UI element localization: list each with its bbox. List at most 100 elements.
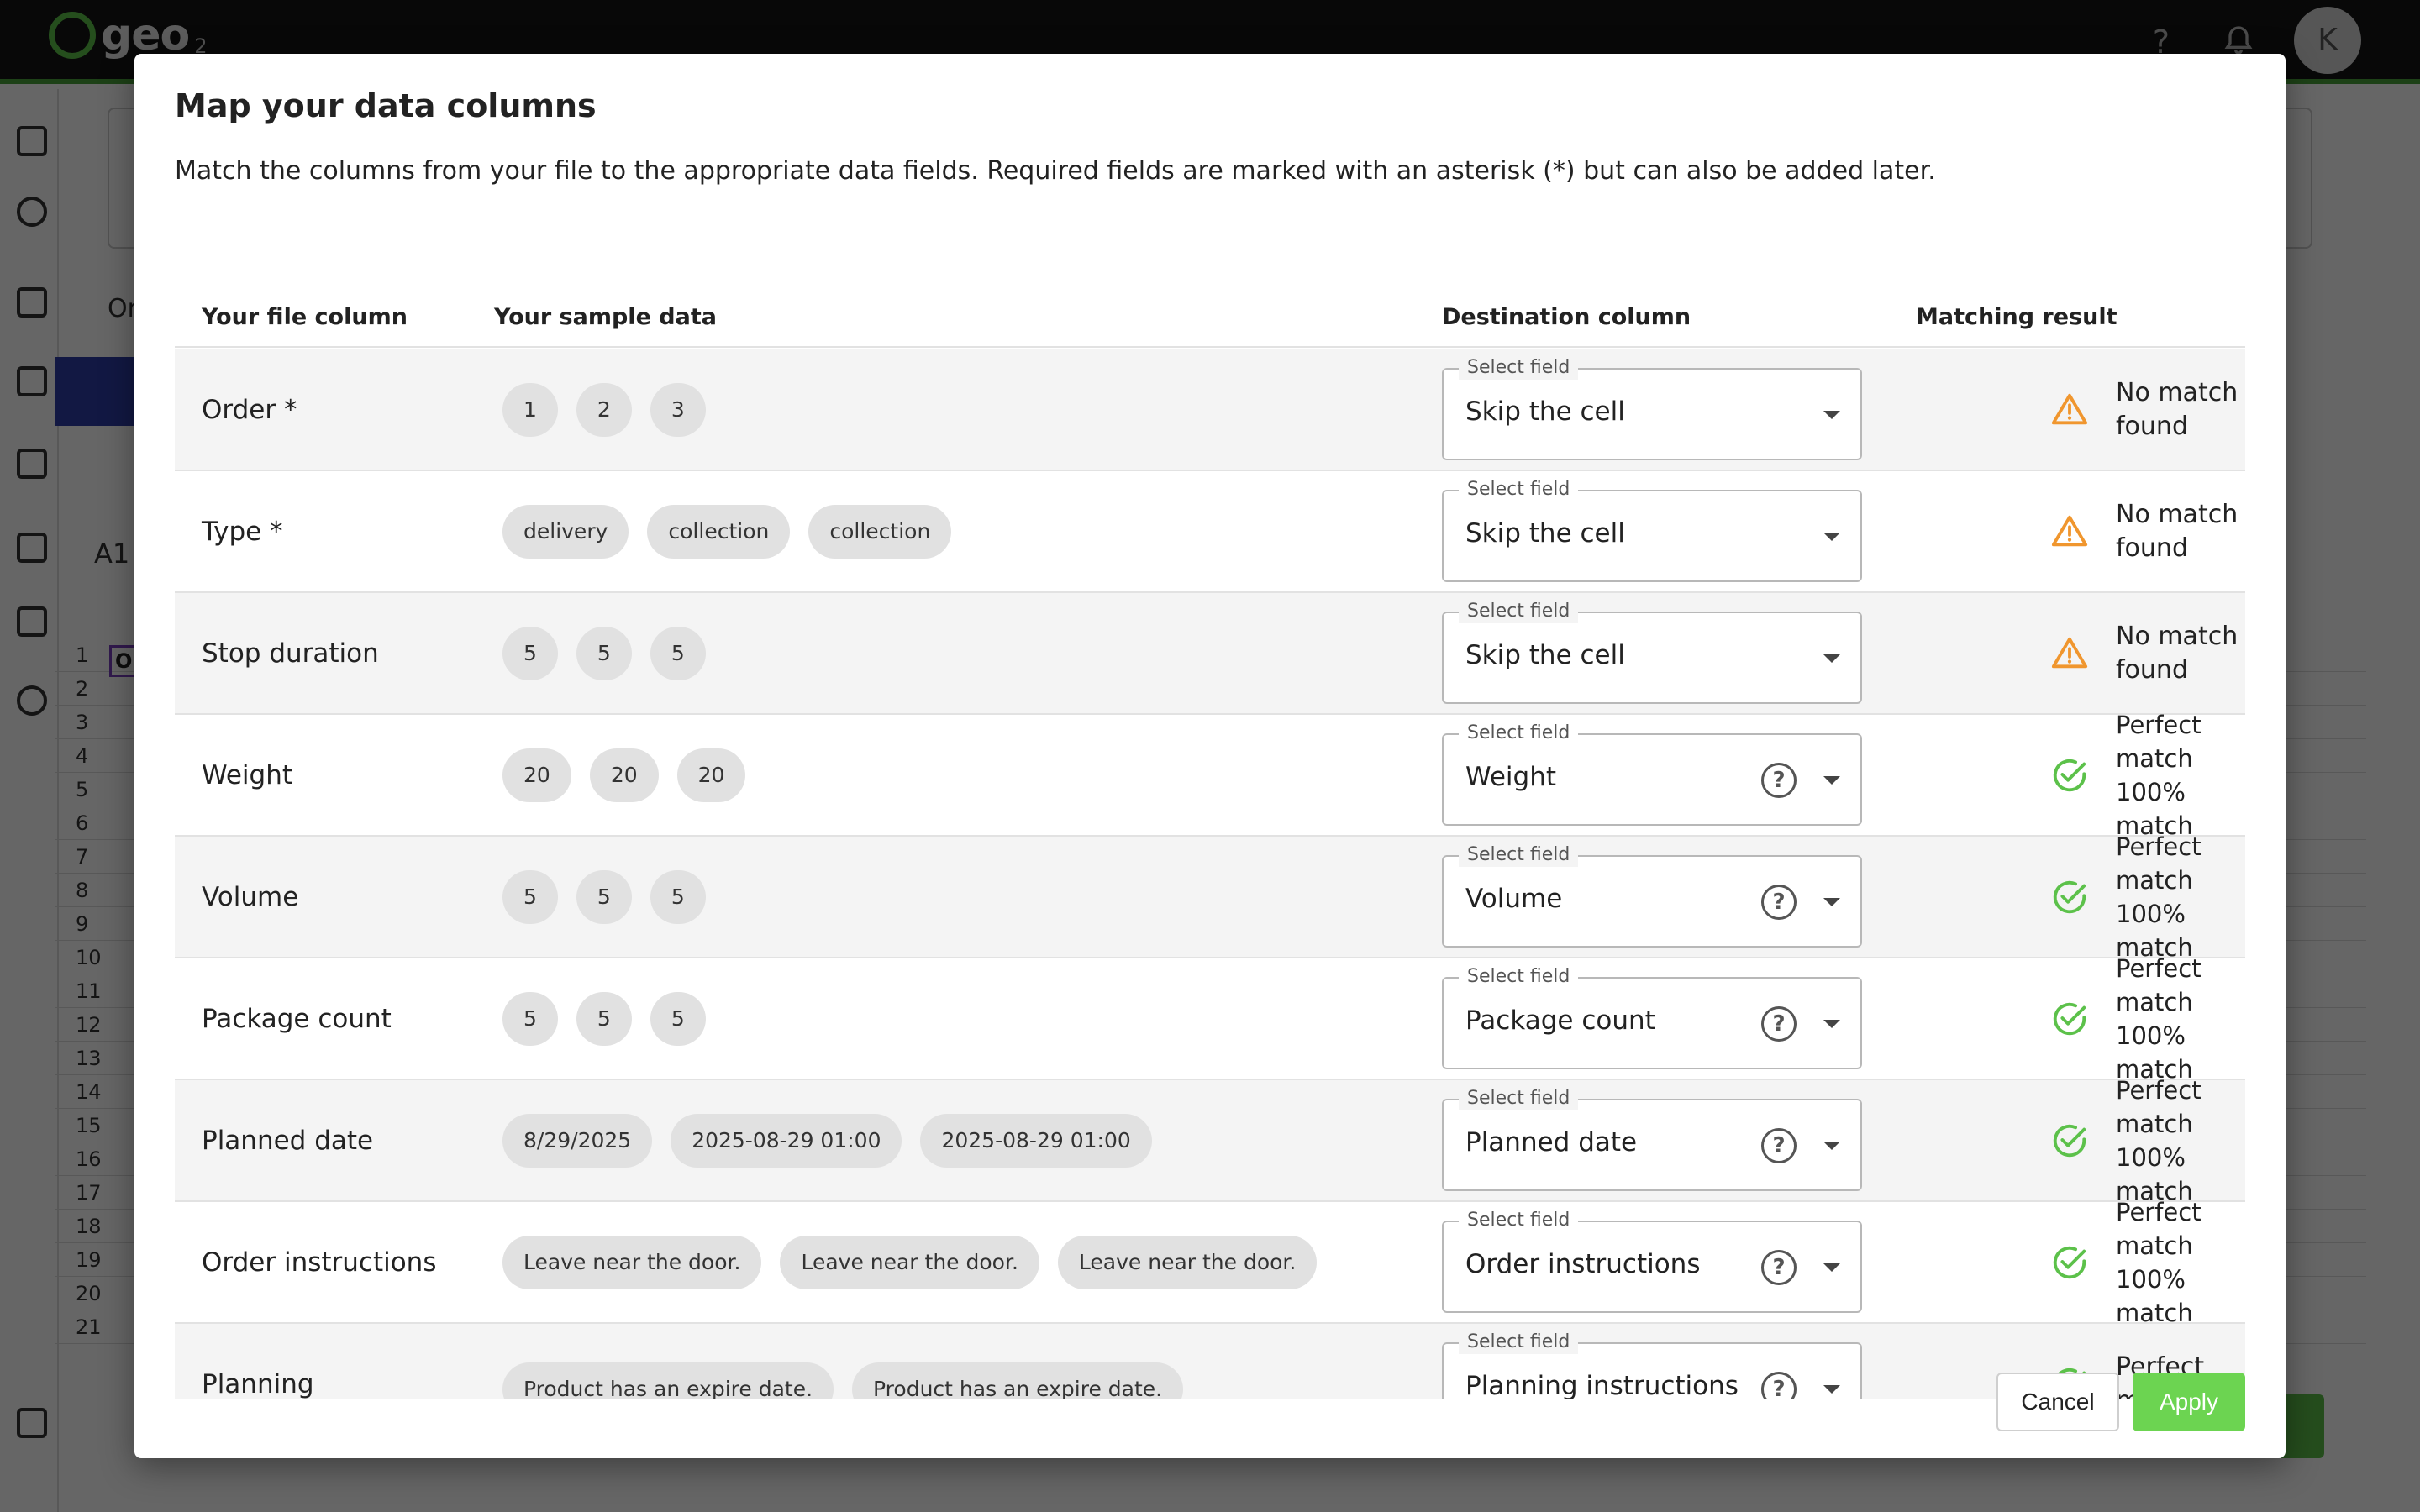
check-circle-icon	[2050, 878, 2089, 916]
sample-chip: Leave near the door.	[780, 1235, 1039, 1289]
select-field-legend: Select field	[1459, 1209, 1579, 1232]
destination-select[interactable]: Select field Skip the cell	[1442, 600, 1862, 704]
matching-result: Perfect match 100% match	[2116, 1195, 2245, 1330]
sample-data-chips: 123	[502, 382, 706, 437]
result-status: No match found	[2116, 499, 2238, 563]
header-sample-data: Your sample data	[494, 304, 717, 330]
mapping-row: Weight 20 20 20 Select field Weight? Perfect m…	[175, 711, 2245, 840]
sample-data-chips: Product has an expire date. Product has a…	[502, 1362, 1184, 1399]
file-column-label: Order *	[202, 394, 297, 425]
result-status: Perfect match	[2116, 710, 2202, 773]
sample-chip: 5	[576, 626, 632, 680]
sample-chip: 20	[676, 748, 746, 802]
sample-data-chips: 20 20 20	[502, 748, 746, 802]
sample-chip: delivery	[502, 504, 629, 559]
result-percentage: 100% match	[2116, 1264, 2193, 1327]
destination-select[interactable]: Select field Weight?	[1442, 722, 1862, 826]
check-circle-icon	[2050, 1121, 2089, 1160]
caret-down-icon[interactable]	[1823, 898, 1840, 906]
check-circle-icon	[2050, 756, 2089, 795]
sample-data-chips: 8/29/2025 2025-08-29 01:00 2025-08-29 01:0…	[502, 1113, 1152, 1168]
caret-down-icon[interactable]	[1823, 1263, 1840, 1272]
select-field-legend: Select field	[1459, 1087, 1579, 1110]
help-circle-icon[interactable]: ?	[1761, 1372, 1797, 1399]
file-column-label: Order instructions	[202, 1247, 437, 1278]
destination-value: Skip the cell	[1465, 518, 1625, 549]
mapping-row: Type * delivery collection collection Select…	[175, 471, 2245, 593]
help-circle-icon[interactable]: ?	[1761, 885, 1797, 920]
warning-triangle-icon	[2050, 512, 2089, 551]
matching-result: No match found	[2116, 376, 2245, 444]
destination-value: Planning instructions	[1465, 1371, 1739, 1399]
sample-chip: 2025-08-29 01:00	[920, 1113, 1152, 1168]
select-field-legend: Select field	[1459, 843, 1579, 867]
file-column-label: Type *	[202, 516, 283, 547]
destination-select[interactable]: Select field Planning instructions?	[1442, 1331, 1862, 1399]
caret-down-icon[interactable]	[1823, 533, 1840, 541]
destination-select[interactable]: Select field Package count?	[1442, 965, 1862, 1069]
sample-data-chips: 555	[502, 626, 706, 680]
caret-down-icon[interactable]	[1823, 1385, 1840, 1394]
check-circle-icon	[2050, 1000, 2089, 1038]
result-status: Perfect match	[2116, 832, 2202, 895]
caret-down-icon[interactable]	[1823, 1020, 1840, 1028]
destination-select[interactable]: Select field Planned date?	[1442, 1087, 1862, 1191]
sample-chip: 5	[650, 869, 706, 924]
destination-value: Order instructions	[1465, 1249, 1701, 1279]
caret-down-icon[interactable]	[1823, 411, 1840, 419]
sample-chip: Leave near the door.	[1057, 1235, 1318, 1289]
destination-value: Weight	[1465, 762, 1557, 792]
sample-chip: 5	[502, 626, 558, 680]
destination-value: Package count	[1465, 1005, 1655, 1036]
warning-triangle-icon	[2050, 634, 2089, 673]
help-circle-icon[interactable]: ?	[1761, 1006, 1797, 1042]
sample-data-chips: 555	[502, 869, 706, 924]
select-field-legend: Select field	[1459, 1331, 1579, 1354]
help-circle-icon[interactable]: ?	[1761, 763, 1797, 798]
header-matching-result: Matching result	[1916, 304, 2118, 330]
sample-chip: 2	[576, 382, 632, 437]
sample-chip: 5	[502, 869, 558, 924]
dialog-description: Match the columns from your file to the …	[175, 156, 1936, 186]
select-field-legend: Select field	[1459, 600, 1579, 623]
file-column-label: Package count	[202, 1003, 392, 1034]
file-column-label: Planning	[202, 1368, 314, 1399]
help-circle-icon[interactable]: ?	[1761, 1250, 1797, 1285]
caret-down-icon[interactable]	[1823, 654, 1840, 663]
apply-button[interactable]: Apply	[2133, 1373, 2245, 1431]
sample-chip: 5	[650, 626, 706, 680]
cancel-button[interactable]: Cancel	[1996, 1373, 2119, 1431]
result-status: Perfect match	[2116, 1197, 2202, 1260]
matching-result: Perfect match 100% match	[2116, 1074, 2245, 1208]
mapping-row: Order * 1 2 3 Select field Skip the cell No ma…	[175, 349, 2245, 471]
mapping-row: Package count 5 5 5 Select field Package coun…	[175, 954, 2245, 1084]
sample-chip: 20	[589, 748, 659, 802]
mapping-row: Stop duration 5 5 5 Select field Skip the cel…	[175, 593, 2245, 715]
destination-select[interactable]: Select field Volume?	[1442, 843, 1862, 948]
sample-chip: Leave near the door.	[502, 1235, 762, 1289]
dialog-title: Map your data columns	[175, 87, 597, 124]
caret-down-icon[interactable]	[1823, 776, 1840, 785]
result-status: No match found	[2116, 621, 2238, 685]
matching-result: Perfect match 100% match	[2116, 830, 2245, 964]
mapping-row: Planned date 8/29/2025 2025-08-29 01:00 202…	[175, 1076, 2245, 1205]
mapping-row: Order instructions Leave near the door. Le…	[175, 1198, 2245, 1327]
destination-value: Volume	[1465, 884, 1563, 914]
destination-select[interactable]: Select field Order instructions?	[1442, 1209, 1862, 1313]
sample-chip: collection	[647, 504, 791, 559]
sample-chip: 20	[502, 748, 571, 802]
sample-chip: 2025-08-29 01:00	[671, 1113, 902, 1168]
sample-chip: Product has an expire date.	[502, 1362, 834, 1399]
sample-data-chips: delivery collection collection	[502, 504, 952, 559]
result-status: Perfect match	[2116, 953, 2202, 1016]
map-columns-dialog: Map your data columns Match the columns …	[134, 54, 2286, 1458]
destination-select[interactable]: Select field Skip the cell	[1442, 356, 1862, 460]
help-circle-icon[interactable]: ?	[1761, 1128, 1797, 1163]
select-field-legend: Select field	[1459, 965, 1579, 989]
file-column-label: Planned date	[202, 1125, 374, 1156]
warning-triangle-icon	[2050, 391, 2089, 429]
matching-result: Perfect match 100% match	[2116, 952, 2245, 1086]
destination-select[interactable]: Select field Skip the cell	[1442, 478, 1862, 582]
check-circle-icon	[2050, 1243, 2089, 1282]
caret-down-icon[interactable]	[1823, 1142, 1840, 1150]
